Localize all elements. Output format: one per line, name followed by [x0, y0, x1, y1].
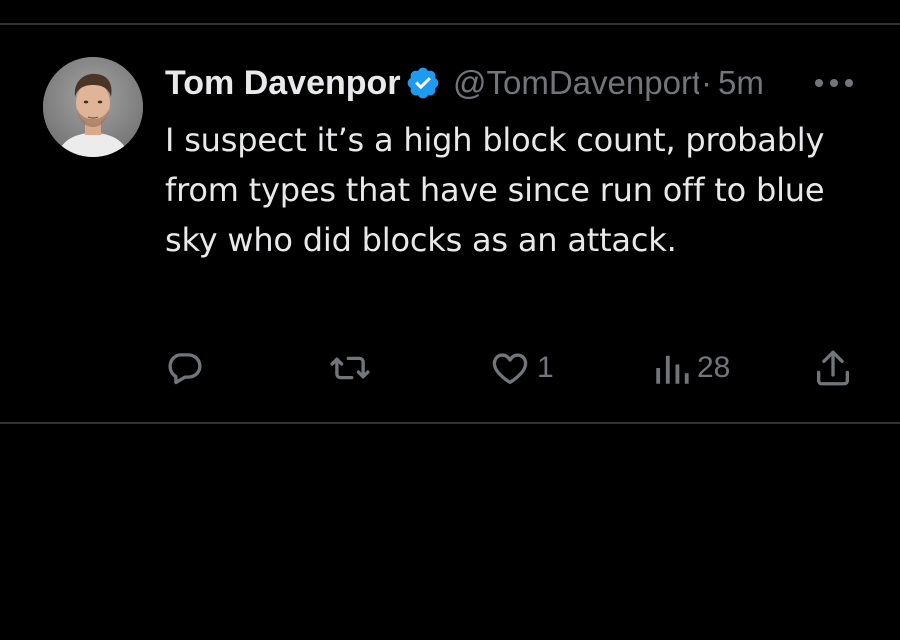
- reply-button[interactable]: [164, 343, 206, 393]
- like-button[interactable]: 1: [489, 343, 554, 393]
- views-count: 28: [697, 351, 731, 384]
- retweet-button[interactable]: [327, 343, 373, 393]
- tweet[interactable]: Tom Davenport @TomDavenport · 5m I suspe…: [0, 25, 900, 422]
- retweet-icon: [330, 356, 370, 380]
- share-button[interactable]: [812, 343, 854, 393]
- like-count: 1: [537, 351, 554, 384]
- avatar-image: [43, 57, 143, 157]
- bottom-divider: [0, 422, 900, 424]
- display-name[interactable]: Tom Davenport: [165, 64, 401, 103]
- reply-icon: [168, 353, 202, 385]
- views-button[interactable]: 28: [653, 343, 730, 393]
- more-options-icon[interactable]: [815, 73, 853, 93]
- action-bar: 1 28: [0, 343, 900, 393]
- tweet-body: I suspect it’s a high block count, proba…: [165, 121, 825, 259]
- meta-separator: ·: [701, 64, 712, 101]
- avatar[interactable]: [43, 57, 143, 157]
- heart-icon: [492, 353, 528, 385]
- user-handle[interactable]: @TomDavenport: [453, 64, 699, 102]
- verified-badge-icon[interactable]: [405, 65, 441, 101]
- tweet-header: Tom Davenport @TomDavenport · 5m: [165, 61, 865, 105]
- views-chart-icon: [656, 355, 689, 384]
- share-icon: [816, 350, 850, 386]
- timestamp[interactable]: 5m: [718, 64, 764, 102]
